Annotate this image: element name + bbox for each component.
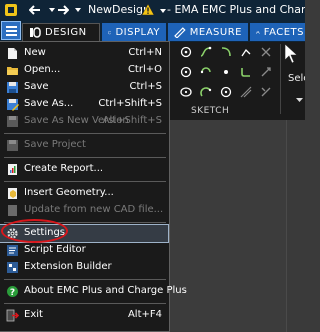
display-tab-icon bbox=[108, 30, 112, 34]
save-as-icon bbox=[6, 98, 19, 111]
save-project-icon bbox=[6, 139, 19, 152]
app-title: - EMA EMC Plus and Charge Plus bbox=[167, 3, 305, 16]
select-dropdown-icon[interactable] bbox=[293, 94, 305, 106]
help-icon: ? bbox=[6, 285, 19, 298]
menu-item-save-as-shortcut: Ctrl+Shift+S bbox=[98, 98, 162, 109]
bend-tool-icon[interactable] bbox=[240, 46, 252, 58]
menu-item-new-shortcut: Ctrl+N bbox=[128, 47, 162, 58]
menu-item-update-cad-label: Update from new CAD file... bbox=[24, 204, 164, 215]
menu-item-extension-builder[interactable]: Extension Builder bbox=[0, 259, 168, 276]
point-tool-icon[interactable] bbox=[180, 46, 192, 58]
application-menu-button[interactable] bbox=[1, 21, 21, 40]
tab-facets-label: FACETS bbox=[263, 26, 304, 38]
menu-item-open-shortcut: Ctrl+O bbox=[127, 64, 162, 75]
ribbon-separator bbox=[280, 44, 281, 114]
design-tab-icon bbox=[30, 27, 41, 38]
three-point-arc-icon[interactable] bbox=[200, 66, 212, 78]
menu-separator bbox=[4, 133, 166, 134]
menu-item-create-report-label: Create Report... bbox=[24, 163, 104, 174]
polygon-tool-icon[interactable] bbox=[220, 86, 232, 98]
save-icon bbox=[6, 81, 19, 94]
fillet-tool-icon[interactable] bbox=[240, 66, 252, 78]
menu-item-save-as-label: Save As... bbox=[24, 98, 74, 109]
menu-separator bbox=[4, 303, 166, 304]
extend-tool-icon[interactable] bbox=[260, 66, 272, 78]
open-folder-icon bbox=[6, 64, 19, 77]
circle-tool-icon[interactable] bbox=[180, 66, 192, 78]
sketch-group-label: SKETCH bbox=[191, 106, 230, 116]
menu-item-extension-builder-label: Extension Builder bbox=[24, 261, 112, 272]
select-cursor-icon[interactable] bbox=[282, 43, 300, 69]
app-window: NewDesign - EMA EMC Plus and Charge Plus… bbox=[0, 0, 305, 332]
app-logo-icon bbox=[3, 2, 19, 18]
tab-design-label: DESIGN bbox=[45, 27, 87, 38]
save-version-icon bbox=[6, 115, 19, 128]
update-cad-icon bbox=[6, 204, 19, 217]
insert-geometry-icon bbox=[6, 187, 19, 200]
menu-item-exit-shortcut: Alt+F4 bbox=[127, 309, 162, 320]
menu-separator bbox=[4, 181, 166, 182]
dot-tool-icon[interactable] bbox=[220, 66, 232, 78]
menu-item-exit[interactable]: Exit Alt+F4 bbox=[0, 307, 168, 324]
redo-dropdown-icon[interactable] bbox=[70, 2, 86, 18]
highlight-circle-annotation bbox=[1, 219, 68, 243]
menu-item-insert-geometry-label: Insert Geometry... bbox=[24, 187, 114, 198]
trim-tool-icon[interactable] bbox=[260, 46, 272, 58]
measure-tab-icon bbox=[174, 26, 186, 38]
menu-item-save-shortcut: Ctrl+S bbox=[129, 81, 162, 92]
menu-item-new-label: New bbox=[24, 47, 46, 58]
menu-item-new[interactable]: New Ctrl+N bbox=[0, 45, 168, 62]
redo-icon[interactable] bbox=[54, 2, 70, 18]
tab-display[interactable]: DISPLAY bbox=[102, 23, 166, 41]
exit-icon bbox=[6, 309, 20, 322]
menu-item-save-project-label: Save Project bbox=[24, 139, 86, 150]
menu-separator bbox=[4, 279, 166, 280]
spline-tool-icon[interactable] bbox=[200, 46, 212, 58]
report-icon bbox=[6, 163, 19, 176]
new-file-icon bbox=[6, 47, 19, 60]
tab-facets[interactable]: FACETS bbox=[250, 23, 305, 41]
menu-item-about[interactable]: ? About EMC Plus and Charge Plus bbox=[0, 283, 187, 300]
menu-item-create-report[interactable]: Create Report... bbox=[0, 161, 168, 178]
tangent-arc-icon[interactable] bbox=[200, 86, 212, 98]
menu-item-script-editor[interactable]: Script Editor bbox=[0, 242, 168, 259]
menu-item-exit-label: Exit bbox=[24, 309, 43, 320]
menu-item-update-cad: Update from new CAD file... bbox=[0, 202, 168, 219]
tab-measure-label: MEASURE bbox=[189, 26, 242, 38]
menu-item-script-editor-label: Script Editor bbox=[24, 244, 86, 255]
menu-item-open-label: Open... bbox=[24, 64, 61, 75]
tab-design[interactable]: DESIGN bbox=[22, 23, 100, 41]
arc-tool-icon[interactable] bbox=[220, 46, 232, 58]
menu-item-open[interactable]: Open... Ctrl+O bbox=[0, 62, 168, 79]
script-editor-icon bbox=[6, 244, 19, 257]
svg-text:?: ? bbox=[10, 288, 15, 298]
offset-tool-icon[interactable] bbox=[240, 86, 252, 98]
menu-item-save-as-new-version: Save As New Version Alt+Shift+S bbox=[0, 113, 168, 130]
extension-builder-icon bbox=[6, 261, 19, 274]
tab-display-label: DISPLAY bbox=[115, 26, 160, 38]
split-tool-icon[interactable] bbox=[260, 86, 272, 98]
menu-item-insert-geometry[interactable]: Insert Geometry... bbox=[0, 185, 168, 202]
menu-item-save-project: Save Project bbox=[0, 137, 168, 154]
file-menu: New Ctrl+N Open... Ctrl+O Save Ctrl+S Sa… bbox=[0, 41, 187, 332]
tab-measure[interactable]: MEASURE bbox=[168, 23, 248, 41]
canvas-side-strip bbox=[286, 120, 305, 332]
menu-item-save-as[interactable]: Save As... Ctrl+Shift+S bbox=[0, 96, 168, 113]
menu-item-save-label: Save bbox=[24, 81, 49, 92]
undo-icon[interactable] bbox=[28, 2, 44, 18]
facets-tab-icon bbox=[256, 30, 260, 34]
select-tool-label[interactable]: Sele bbox=[288, 73, 305, 84]
warning-icon bbox=[141, 3, 155, 19]
ellipse-tool-icon[interactable] bbox=[180, 86, 192, 98]
menu-item-about-label: About EMC Plus and Charge Plus bbox=[24, 285, 187, 296]
menu-item-save[interactable]: Save Ctrl+S bbox=[0, 79, 168, 96]
menu-separator bbox=[4, 157, 166, 158]
menu-item-save-as-new-version-shortcut: Alt+Shift+S bbox=[102, 115, 162, 126]
title-bar: NewDesign - EMA EMC Plus and Charge Plus bbox=[0, 0, 305, 20]
